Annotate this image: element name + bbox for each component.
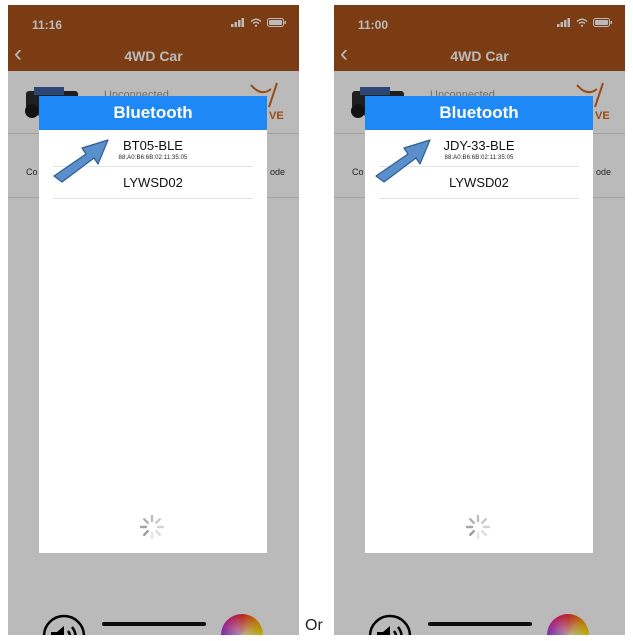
or-separator: Or — [305, 617, 323, 634]
loading-spinner-icon — [139, 514, 165, 540]
loading-spinner-icon — [465, 514, 491, 540]
phone-screen-right: 11:00 ‹ 4WD Car Unconnected VE Co ode Bl… — [334, 5, 625, 635]
pointer-arrow-icon — [53, 139, 109, 183]
dialog-title: Bluetooth — [39, 96, 267, 130]
phone-screen-left: 11:16 ‹ 4WD Car Unconnected VE Co ode Bl… — [8, 5, 299, 635]
pointer-arrow-icon — [375, 139, 431, 183]
dialog-title: Bluetooth — [365, 96, 593, 130]
